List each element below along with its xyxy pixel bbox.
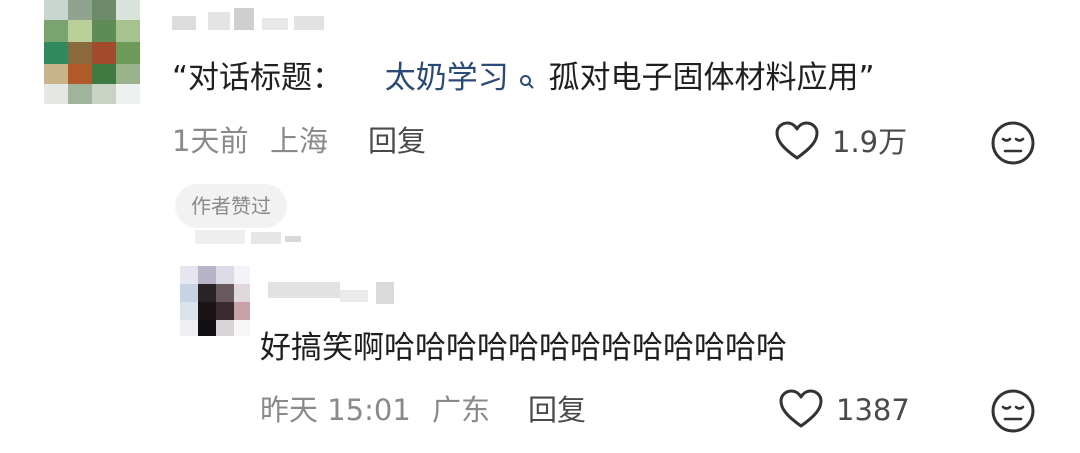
heart-outline-icon[interactable] xyxy=(778,388,824,430)
comment-time: 1天前 xyxy=(172,124,249,158)
author-liked-badge: 作者赞过 xyxy=(175,184,287,228)
reply-text: 好搞笑啊哈哈哈哈哈哈哈哈哈哈哈哈哈 xyxy=(260,330,787,366)
reply-time: 昨天 15:01 xyxy=(260,393,411,427)
reply-button[interactable]: 回复 xyxy=(368,123,426,159)
heart-outline-icon[interactable] xyxy=(774,120,820,162)
comment-text: “对话标题： 太奶学习 孤对电子固体材料应用” xyxy=(172,58,875,100)
neutral-face-icon[interactable] xyxy=(990,388,1036,434)
blurred-remnant xyxy=(195,228,305,248)
avatar[interactable] xyxy=(44,0,140,104)
reply-like-count: 1387 xyxy=(836,393,910,427)
like-count: 1.9万 xyxy=(832,125,908,159)
neutral-face-icon[interactable] xyxy=(990,120,1036,166)
username[interactable] xyxy=(172,6,342,34)
comment-location: 上海 xyxy=(270,124,329,158)
comment-text-suffix: 孤对电子固体材料应用” xyxy=(548,60,875,96)
reply-location: 广东 xyxy=(432,393,491,427)
comment-text-prefix: “对话标题： xyxy=(172,60,344,96)
reply-avatar[interactable] xyxy=(180,266,250,336)
reply-username[interactable] xyxy=(268,278,398,308)
search-icon[interactable] xyxy=(519,60,535,100)
reply-reply-button[interactable]: 回复 xyxy=(528,392,586,428)
search-keyword-link[interactable]: 太奶学习 xyxy=(385,60,509,96)
